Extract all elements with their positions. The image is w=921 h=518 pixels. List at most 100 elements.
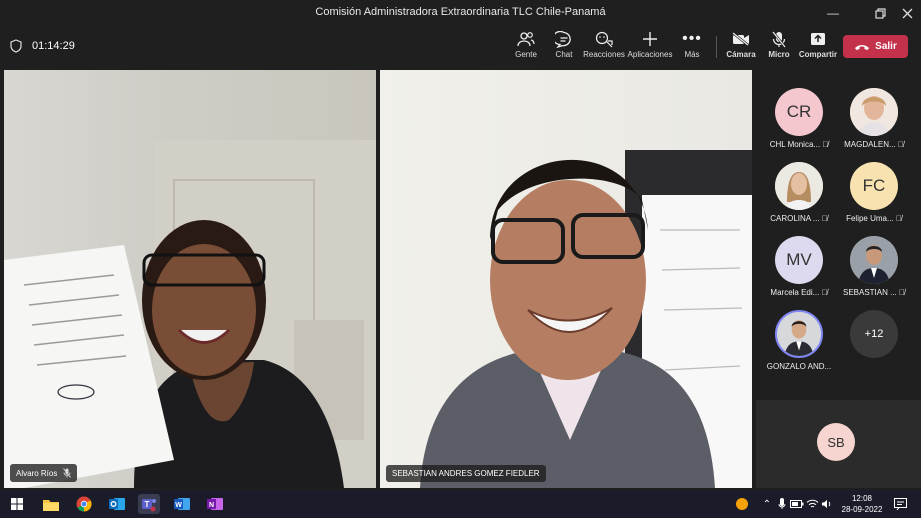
participant-tile[interactable]: MAGDALEN... 🎙̸	[836, 84, 912, 156]
clock-time: 12:08	[851, 494, 873, 503]
chat-icon	[555, 30, 571, 48]
more-icon: •••	[682, 30, 702, 47]
onenote-icon: N	[207, 498, 223, 510]
outlook-icon	[109, 498, 125, 510]
windows-start-button[interactable]	[6, 494, 28, 514]
restore-button[interactable]	[866, 3, 894, 23]
name-tag: Alvaro Ríos	[10, 464, 78, 482]
people-icon	[517, 32, 535, 47]
avatar	[850, 88, 898, 136]
participant-name: GONZALO AND...	[766, 362, 832, 371]
notifications-button[interactable]	[889, 494, 911, 514]
clock-date: 28-09-2022	[841, 505, 883, 514]
mic-off-icon	[772, 30, 786, 48]
participant-name: CHL Monica...	[769, 140, 821, 149]
avatar: CR	[775, 88, 823, 136]
meeting-timer: 01:14:29	[32, 40, 75, 52]
teams-button[interactable]: T	[138, 494, 160, 514]
participant-name: CAROLINA ...	[770, 214, 820, 223]
profile-photo	[775, 162, 823, 210]
svg-text:W: W	[175, 502, 182, 509]
self-preview[interactable]: SB	[756, 400, 921, 488]
share-icon	[811, 33, 825, 45]
word-icon: W	[174, 498, 190, 510]
more-participants-tile[interactable]: +12	[836, 306, 912, 378]
restore-icon	[874, 7, 886, 19]
profile-photo	[850, 88, 898, 136]
mic-muted-icon: 🎙̸	[895, 214, 902, 223]
volume-icon[interactable]	[816, 494, 838, 514]
reactions-button[interactable]: Reacciones	[581, 30, 627, 64]
chat-label: Chat	[555, 50, 573, 59]
avatar: MV	[775, 236, 823, 284]
self-avatar: SB	[817, 423, 855, 461]
participant-name: Marcela Edi...	[770, 288, 820, 297]
windows-taskbar: T W N ⌃ 12:08 28-09-2022	[0, 490, 921, 518]
meeting-stage: Alvaro Ríos SEBASTIAN ANDRES GOMEZ FIEDL…	[0, 68, 921, 490]
apps-button[interactable]: Aplicaciones	[627, 30, 673, 64]
share-label: Compartir	[798, 50, 838, 59]
chrome-button[interactable]	[73, 494, 95, 514]
camera-off-icon	[732, 32, 749, 46]
word-button[interactable]: W	[171, 494, 193, 514]
window-title: Comisión Administradora Extraordinaria T…	[315, 6, 606, 18]
video-tile-sebastian[interactable]: SEBASTIAN ANDRES GOMEZ FIEDLER	[380, 70, 752, 488]
windows-logo-icon	[11, 498, 23, 510]
meeting-toolbar: 01:14:29 Gente Chat Reacciones Aplicacio…	[0, 26, 921, 68]
svg-text:N: N	[209, 502, 214, 509]
participant-name: SEBASTIAN ...	[842, 288, 897, 297]
participant-name: SEBASTIAN ANDRES GOMEZ FIEDLER	[392, 469, 540, 478]
mic-muted-icon: 🎙̸	[897, 140, 904, 149]
shield-icon	[10, 39, 22, 53]
participant-tile[interactable]: CR CHL Monica... 🎙̸	[761, 84, 837, 156]
avatar: FC	[850, 162, 898, 210]
participant-tile[interactable]: FC Felipe Uma... 🎙̸	[836, 158, 912, 230]
toolbar-divider	[716, 36, 717, 58]
plus-icon	[643, 32, 657, 46]
participant-name: Felipe Uma...	[846, 214, 894, 223]
mic-muted-icon: 🎙̸	[821, 288, 828, 297]
more-label: Más	[684, 50, 700, 59]
mic-muted-icon: 🎙̸	[822, 140, 829, 149]
more-button[interactable]: ••• Más	[669, 30, 715, 64]
reactions-label: Reacciones	[583, 50, 625, 59]
participant-tile[interactable]: SEBASTIAN ... 🎙̸	[836, 232, 912, 304]
overflow-count: +12	[850, 310, 898, 358]
avatar	[775, 162, 823, 210]
people-label: Gente	[515, 50, 537, 59]
folder-icon	[43, 499, 59, 511]
participant-tile[interactable]: MV Marcela Edi... 🎙̸	[761, 232, 837, 304]
share-button[interactable]: Compartir	[795, 30, 841, 64]
participant-name: MAGDALEN...	[844, 140, 896, 149]
onenote-button[interactable]: N	[204, 494, 226, 514]
chrome-icon	[76, 496, 92, 512]
participant-name: Alvaro Ríos	[16, 468, 58, 478]
camera-label: Cámara	[726, 50, 756, 59]
leave-label: Salir	[875, 41, 897, 52]
avatar	[850, 236, 898, 284]
avatar-speaking	[775, 310, 823, 358]
profile-photo	[777, 312, 821, 356]
participant-tile[interactable]: CAROLINA ... 🎙̸	[761, 158, 837, 230]
apps-label: Aplicaciones	[627, 50, 673, 59]
profile-photo	[850, 236, 898, 284]
reactions-icon	[595, 31, 613, 47]
minimize-button[interactable]: —	[819, 3, 847, 23]
name-tag: SEBASTIAN ANDRES GOMEZ FIEDLER	[386, 465, 546, 482]
video-feed	[4, 140, 376, 488]
video-tile-alvaro[interactable]: Alvaro Ríos	[4, 70, 376, 488]
system-clock[interactable]: 12:08 28-09-2022	[836, 493, 888, 515]
outlook-button[interactable]	[106, 494, 128, 514]
notification-icon	[893, 498, 907, 510]
teams-icon: T	[142, 499, 156, 512]
close-window-button[interactable]	[893, 3, 921, 23]
participant-tile[interactable]: GONZALO AND...	[761, 306, 837, 378]
mic-muted-icon	[63, 468, 72, 478]
title-bar: Comisión Administradora Extraordinaria T…	[0, 0, 921, 26]
file-explorer-button[interactable]	[40, 494, 62, 514]
leave-button[interactable]: Salir	[843, 35, 908, 58]
weather-icon[interactable]	[731, 494, 753, 514]
video-feed	[420, 150, 752, 488]
mic-muted-icon: 🎙̸	[899, 288, 906, 297]
mic-muted-icon: 🎙̸	[821, 214, 828, 223]
